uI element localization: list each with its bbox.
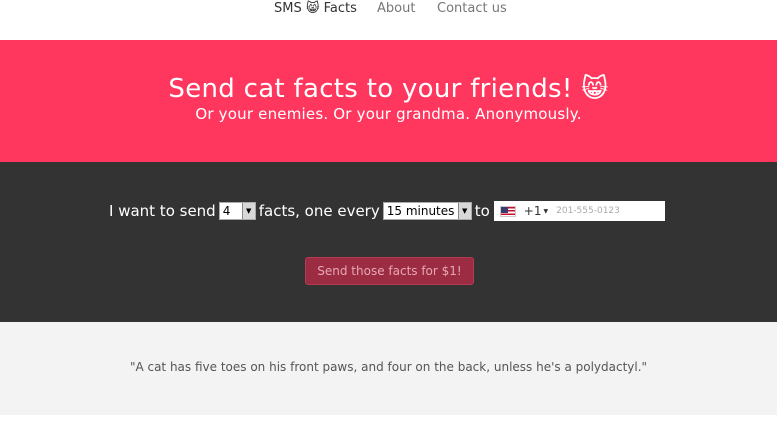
send-form-row: I want to send 4 ▼ facts, one every 15 m… — [109, 200, 665, 222]
nav-about-link[interactable]: About — [377, 1, 415, 16]
nav-contact-link[interactable]: Contact us — [437, 1, 507, 16]
chevron-down-icon: ▼ — [457, 203, 471, 219]
us-flag-icon[interactable] — [499, 205, 516, 217]
dial-code[interactable]: +1 — [524, 204, 542, 218]
fact-count-select[interactable]: 4 ▼ — [218, 202, 256, 220]
hero-banner: Send cat facts to your friends! 😸 Or you… — [0, 40, 777, 162]
interval-value: 15 minutes — [386, 204, 455, 218]
mid-text: facts, one every — [258, 202, 380, 220]
brand-suffix: Facts — [323, 1, 357, 16]
send-form-section: I want to send 4 ▼ facts, one every 15 m… — [0, 162, 777, 322]
fact-count-value: 4 — [222, 204, 231, 218]
interval-select[interactable]: 15 minutes ▼ — [382, 202, 472, 220]
chevron-down-icon: ▼ — [241, 203, 255, 219]
caret-down-icon[interactable]: ▼ — [544, 208, 549, 215]
cat-fact-quote: "A cat has five toes on his front paws, … — [129, 360, 648, 374]
hero-subtitle: Or your enemies. Or your grandma. Anonym… — [195, 105, 582, 123]
brand-prefix: SMS — [274, 1, 302, 16]
phone-field: +1 ▼ — [493, 201, 665, 221]
cat-face-icon: 😸 — [305, 1, 320, 16]
to-text: to — [474, 202, 490, 220]
send-facts-button[interactable]: Send those facts for $1! — [305, 257, 474, 285]
intro-text: I want to send — [109, 202, 216, 220]
phone-number-input[interactable] — [556, 206, 657, 216]
brand-link[interactable]: SMS 😸 Facts — [274, 1, 357, 16]
fact-quote-section: "A cat has five toes on his front paws, … — [0, 322, 777, 415]
hero-title: Send cat facts to your friends! 😸 — [168, 74, 609, 104]
top-nav: SMS 😸 Facts About Contact us — [0, 0, 777, 40]
